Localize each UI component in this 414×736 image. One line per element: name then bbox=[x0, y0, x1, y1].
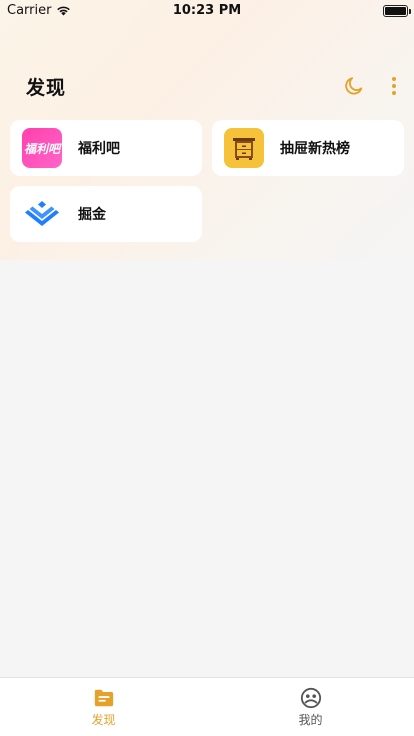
page-title: 发现 bbox=[26, 77, 67, 99]
tab-bar: 发现 我的 bbox=[0, 677, 414, 736]
juejin-logo-icon bbox=[22, 194, 62, 234]
more-vertical-icon[interactable] bbox=[381, 73, 407, 99]
battery-icon bbox=[383, 5, 411, 17]
tab-mine[interactable]: 我的 bbox=[207, 678, 414, 736]
card-fuliba[interactable]: 福利吧 福利吧 bbox=[10, 120, 202, 176]
fuliba-logo-icon: 福利吧 bbox=[22, 128, 62, 168]
folder-icon bbox=[94, 689, 113, 707]
drawer-cabinet-icon bbox=[224, 128, 264, 168]
card-juejin[interactable]: 掘金 bbox=[10, 186, 202, 242]
tab-label: 发现 bbox=[91, 713, 116, 727]
tab-discover[interactable]: 发现 bbox=[0, 678, 207, 736]
card-label: 抽屉新热榜 bbox=[280, 141, 350, 157]
status-time: 10:23 PM bbox=[172, 3, 242, 18]
card-label: 福利吧 bbox=[78, 141, 120, 157]
tab-label: 我的 bbox=[298, 713, 323, 727]
dark-mode-moon-icon[interactable] bbox=[341, 73, 367, 99]
profile-icon bbox=[300, 687, 321, 709]
card-chouti[interactable]: 抽屉新热榜 bbox=[212, 120, 404, 176]
status-bar: Carrier 10:23 PM bbox=[0, 0, 414, 22]
card-label: 掘金 bbox=[78, 207, 106, 223]
